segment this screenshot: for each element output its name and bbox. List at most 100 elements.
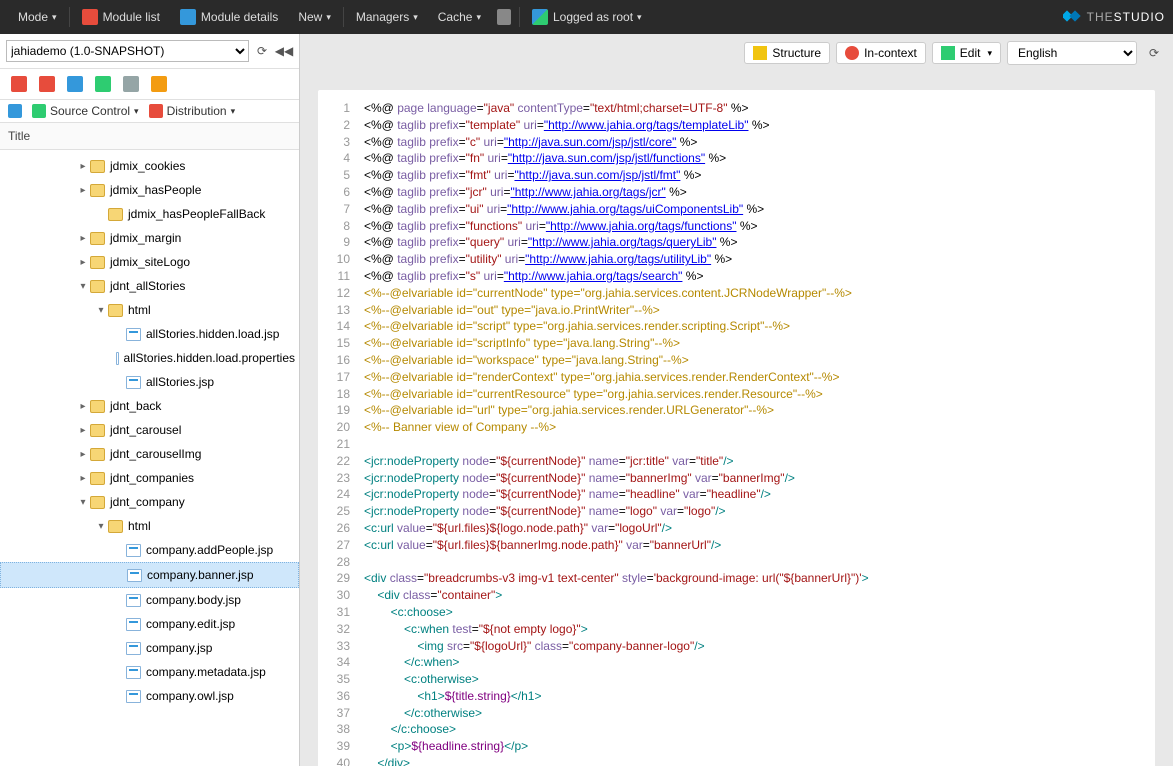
- code-text[interactable]: <c:url value="${url.files}${logo.node.pa…: [358, 520, 672, 537]
- refresh-button[interactable]: ⟳: [253, 42, 271, 60]
- tree-item[interactable]: company.body.jsp: [0, 588, 299, 612]
- code-text[interactable]: <%--@elvariable id="url" type="org.jahia…: [358, 402, 774, 419]
- tree-item[interactable]: ▾html: [0, 298, 299, 322]
- code-text[interactable]: <c:when test="${not empty logo}">: [358, 621, 588, 638]
- code-text[interactable]: <%--@elvariable id="workspace" type="jav…: [358, 352, 689, 369]
- code-text[interactable]: <c:url value="${url.files}${bannerImg.no…: [358, 537, 721, 554]
- tree-item[interactable]: ▸jdnt_back: [0, 394, 299, 418]
- tree-item[interactable]: ▸jdmix_margin: [0, 226, 299, 250]
- tree-item[interactable]: allStories.hidden.load.jsp: [0, 322, 299, 346]
- tree-item[interactable]: company.addPeople.jsp: [0, 538, 299, 562]
- code-editor[interactable]: 1<%@ page language="java" contentType="t…: [318, 90, 1155, 766]
- code-text[interactable]: <%@ page language="java" contentType="te…: [358, 100, 749, 117]
- code-text[interactable]: <c:otherwise>: [358, 671, 479, 688]
- expand-icon[interactable]: ▾: [96, 305, 106, 316]
- code-text[interactable]: [358, 436, 364, 453]
- logged-as-menu[interactable]: Logged as root▾: [522, 0, 652, 34]
- expand-icon[interactable]: ▸: [78, 449, 88, 460]
- tool-1[interactable]: [6, 73, 32, 95]
- code-text[interactable]: <jcr:nodeProperty node="${currentNode}" …: [358, 503, 726, 520]
- tree-item[interactable]: ▾jdnt_allStories: [0, 274, 299, 298]
- code-text[interactable]: </c:choose>: [358, 721, 456, 738]
- tool-3[interactable]: [62, 73, 88, 95]
- tree-item[interactable]: ▸jdmix_hasPeople: [0, 178, 299, 202]
- code-text[interactable]: <div class="breadcrumbs-v3 img-v1 text-c…: [358, 570, 869, 587]
- expand-icon[interactable]: ▸: [78, 233, 88, 244]
- expand-icon[interactable]: ▸: [78, 425, 88, 436]
- code-text[interactable]: <%@ taglib prefix="utility" uri="http://…: [358, 251, 732, 268]
- tool-4[interactable]: [90, 73, 116, 95]
- code-text[interactable]: <c:choose>: [358, 604, 453, 621]
- tree-item[interactable]: ▸jdnt_companies: [0, 466, 299, 490]
- code-text[interactable]: [358, 554, 364, 571]
- expand-icon[interactable]: ▸: [78, 401, 88, 412]
- code-text[interactable]: <img src="${logoUrl}" class="company-ban…: [358, 638, 705, 655]
- tree-expand-button[interactable]: [8, 104, 22, 118]
- mode-menu[interactable]: Mode▾: [8, 0, 67, 34]
- distribution-menu[interactable]: Distribution▾: [149, 104, 236, 118]
- code-text[interactable]: <jcr:nodeProperty node="${currentNode}" …: [358, 486, 771, 503]
- code-text[interactable]: <%--@elvariable id="renderContext" type=…: [358, 369, 839, 386]
- code-text[interactable]: <%@ taglib prefix="template" uri="http:/…: [358, 117, 770, 134]
- module-details-menu[interactable]: Module details: [170, 0, 288, 34]
- project-select[interactable]: jahiademo (1.0-SNAPSHOT): [6, 40, 249, 62]
- code-text[interactable]: <%--@elvariable id="script" type="org.ja…: [358, 318, 790, 335]
- expand-icon[interactable]: ▾: [96, 521, 106, 532]
- refresh-button[interactable]: ⟳: [1143, 42, 1165, 64]
- tree-item[interactable]: allStories.hidden.load.properties: [0, 346, 299, 370]
- tool-5[interactable]: [118, 73, 144, 95]
- source-control-menu[interactable]: Source Control▾: [32, 104, 139, 118]
- code-text[interactable]: <%--@elvariable id="currentNode" type="o…: [358, 285, 852, 302]
- tree-item[interactable]: ▸jdnt_carouselImg: [0, 442, 299, 466]
- code-text[interactable]: <%@ taglib prefix="s" uri="http://www.ja…: [358, 268, 703, 285]
- collapse-button[interactable]: ◀◀: [275, 42, 293, 60]
- cache-menu[interactable]: Cache▾: [428, 0, 491, 34]
- code-text[interactable]: <p>${headline.string}</p>: [358, 738, 528, 755]
- tree-item[interactable]: ▸jdmix_cookies: [0, 154, 299, 178]
- tool-6[interactable]: [146, 73, 172, 95]
- code-text[interactable]: <%@ taglib prefix="ui" uri="http://www.j…: [358, 201, 764, 218]
- code-text[interactable]: <h1>${title.string}</h1>: [358, 688, 541, 705]
- expand-icon[interactable]: ▾: [78, 281, 88, 292]
- managers-menu[interactable]: Managers▾: [346, 0, 428, 34]
- in-context-button[interactable]: In-context: [836, 42, 926, 64]
- tool-2[interactable]: [34, 73, 60, 95]
- tree-item[interactable]: ▸jdmix_siteLogo: [0, 250, 299, 274]
- tree-item[interactable]: jdmix_hasPeopleFallBack: [0, 202, 299, 226]
- code-text[interactable]: <%--@elvariable id="out" type="java.io.P…: [358, 302, 660, 319]
- file-tree[interactable]: ▸jdmix_cookies▸jdmix_hasPeoplejdmix_hasP…: [0, 150, 299, 766]
- tree-item[interactable]: ▾html: [0, 514, 299, 538]
- tree-item[interactable]: company.banner.jsp: [0, 562, 299, 588]
- code-text[interactable]: <%--@elvariable id="scriptInfo" type="ja…: [358, 335, 680, 352]
- code-text[interactable]: <%@ taglib prefix="functions" uri="http:…: [358, 218, 758, 235]
- module-list-menu[interactable]: Module list: [72, 0, 170, 34]
- expand-icon[interactable]: ▸: [78, 257, 88, 268]
- code-text[interactable]: <%--@elvariable id="currentResource" typ…: [358, 386, 823, 403]
- edit-button[interactable]: Edit▾: [932, 42, 1001, 64]
- tree-item[interactable]: company.edit.jsp: [0, 612, 299, 636]
- code-text[interactable]: </c:otherwise>: [358, 705, 482, 722]
- code-text[interactable]: <jcr:nodeProperty node="${currentNode}" …: [358, 453, 734, 470]
- tree-item[interactable]: ▸jdnt_carousel: [0, 418, 299, 442]
- code-text[interactable]: <%@ taglib prefix="c" uri="http://java.s…: [358, 134, 697, 151]
- tree-item[interactable]: company.owl.jsp: [0, 684, 299, 708]
- language-select[interactable]: English: [1007, 41, 1137, 65]
- code-text[interactable]: <jcr:nodeProperty node="${currentNode}" …: [358, 470, 795, 487]
- expand-icon[interactable]: ▸: [78, 473, 88, 484]
- code-text[interactable]: <div class="container">: [358, 587, 502, 604]
- code-text[interactable]: </div>: [358, 755, 410, 766]
- tree-item[interactable]: company.jsp: [0, 636, 299, 660]
- expand-icon[interactable]: ▸: [78, 185, 88, 196]
- clipboard-button[interactable]: [491, 0, 517, 34]
- code-text[interactable]: <%@ taglib prefix="query" uri="http://ww…: [358, 234, 737, 251]
- code-text[interactable]: <%@ taglib prefix="fmt" uri="http://java…: [358, 167, 701, 184]
- code-text[interactable]: </c:when>: [358, 654, 459, 671]
- tree-item[interactable]: allStories.jsp: [0, 370, 299, 394]
- code-text[interactable]: <%@ taglib prefix="fn" uri="http://java.…: [358, 150, 726, 167]
- tree-item[interactable]: company.metadata.jsp: [0, 660, 299, 684]
- tree-item[interactable]: ▾jdnt_company: [0, 490, 299, 514]
- new-menu[interactable]: New▾: [288, 0, 341, 34]
- code-text[interactable]: <%-- Banner view of Company --%>: [358, 419, 556, 436]
- expand-icon[interactable]: ▸: [78, 161, 88, 172]
- code-text[interactable]: <%@ taglib prefix="jcr" uri="http://www.…: [358, 184, 687, 201]
